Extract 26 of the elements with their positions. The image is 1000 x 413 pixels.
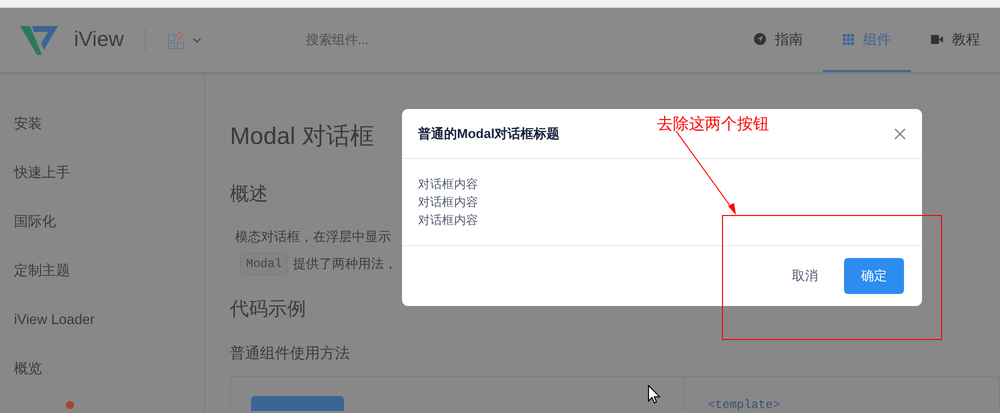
confirm-button[interactable]: 确定 — [844, 258, 904, 294]
section-heading: 代码示例 — [230, 298, 306, 322]
paragraph: 模态对话框，在浮层中显示 — [235, 228, 391, 246]
cancel-button[interactable]: 取消 — [776, 258, 834, 294]
annotation-text: 去除这两个按钮 — [657, 115, 769, 135]
sidebar-item[interactable]: 概览 — [14, 358, 42, 379]
search-field[interactable]: 搜索组件... — [306, 30, 606, 50]
code-chip: Modal — [240, 252, 288, 274]
paragraph: 提供了两种用法， — [293, 254, 398, 273]
modal-body-text: 对话框内容 — [418, 194, 479, 211]
logo-text: iView — [74, 27, 124, 54]
section-heading: 概述 — [230, 183, 268, 207]
modal-title: 普通的Modal对话框标题 — [418, 124, 560, 143]
nav-tab[interactable]: 教程 — [911, 8, 1000, 72]
sidebar-item[interactable]: 安装 — [14, 113, 42, 134]
nav-tab[interactable]: 组件 — [823, 8, 911, 72]
modal-body-text: 对话框内容 — [418, 212, 479, 229]
sidebar-item[interactable]: 快速上手 — [14, 162, 70, 183]
example-title: 普通组件使用方法 — [230, 344, 350, 364]
nav-tab[interactable]: 指南 — [734, 8, 823, 72]
code-line: <template> — [708, 398, 780, 411]
sidebar-item[interactable]: 定制主题 — [14, 260, 70, 281]
sidebar-item[interactable]: 国际化 — [14, 211, 56, 232]
page-title: Modal 对话框 — [230, 122, 374, 152]
sidebar-item[interactable]: iView Loader — [14, 309, 95, 330]
modal-body-text: 对话框内容 — [418, 176, 479, 193]
